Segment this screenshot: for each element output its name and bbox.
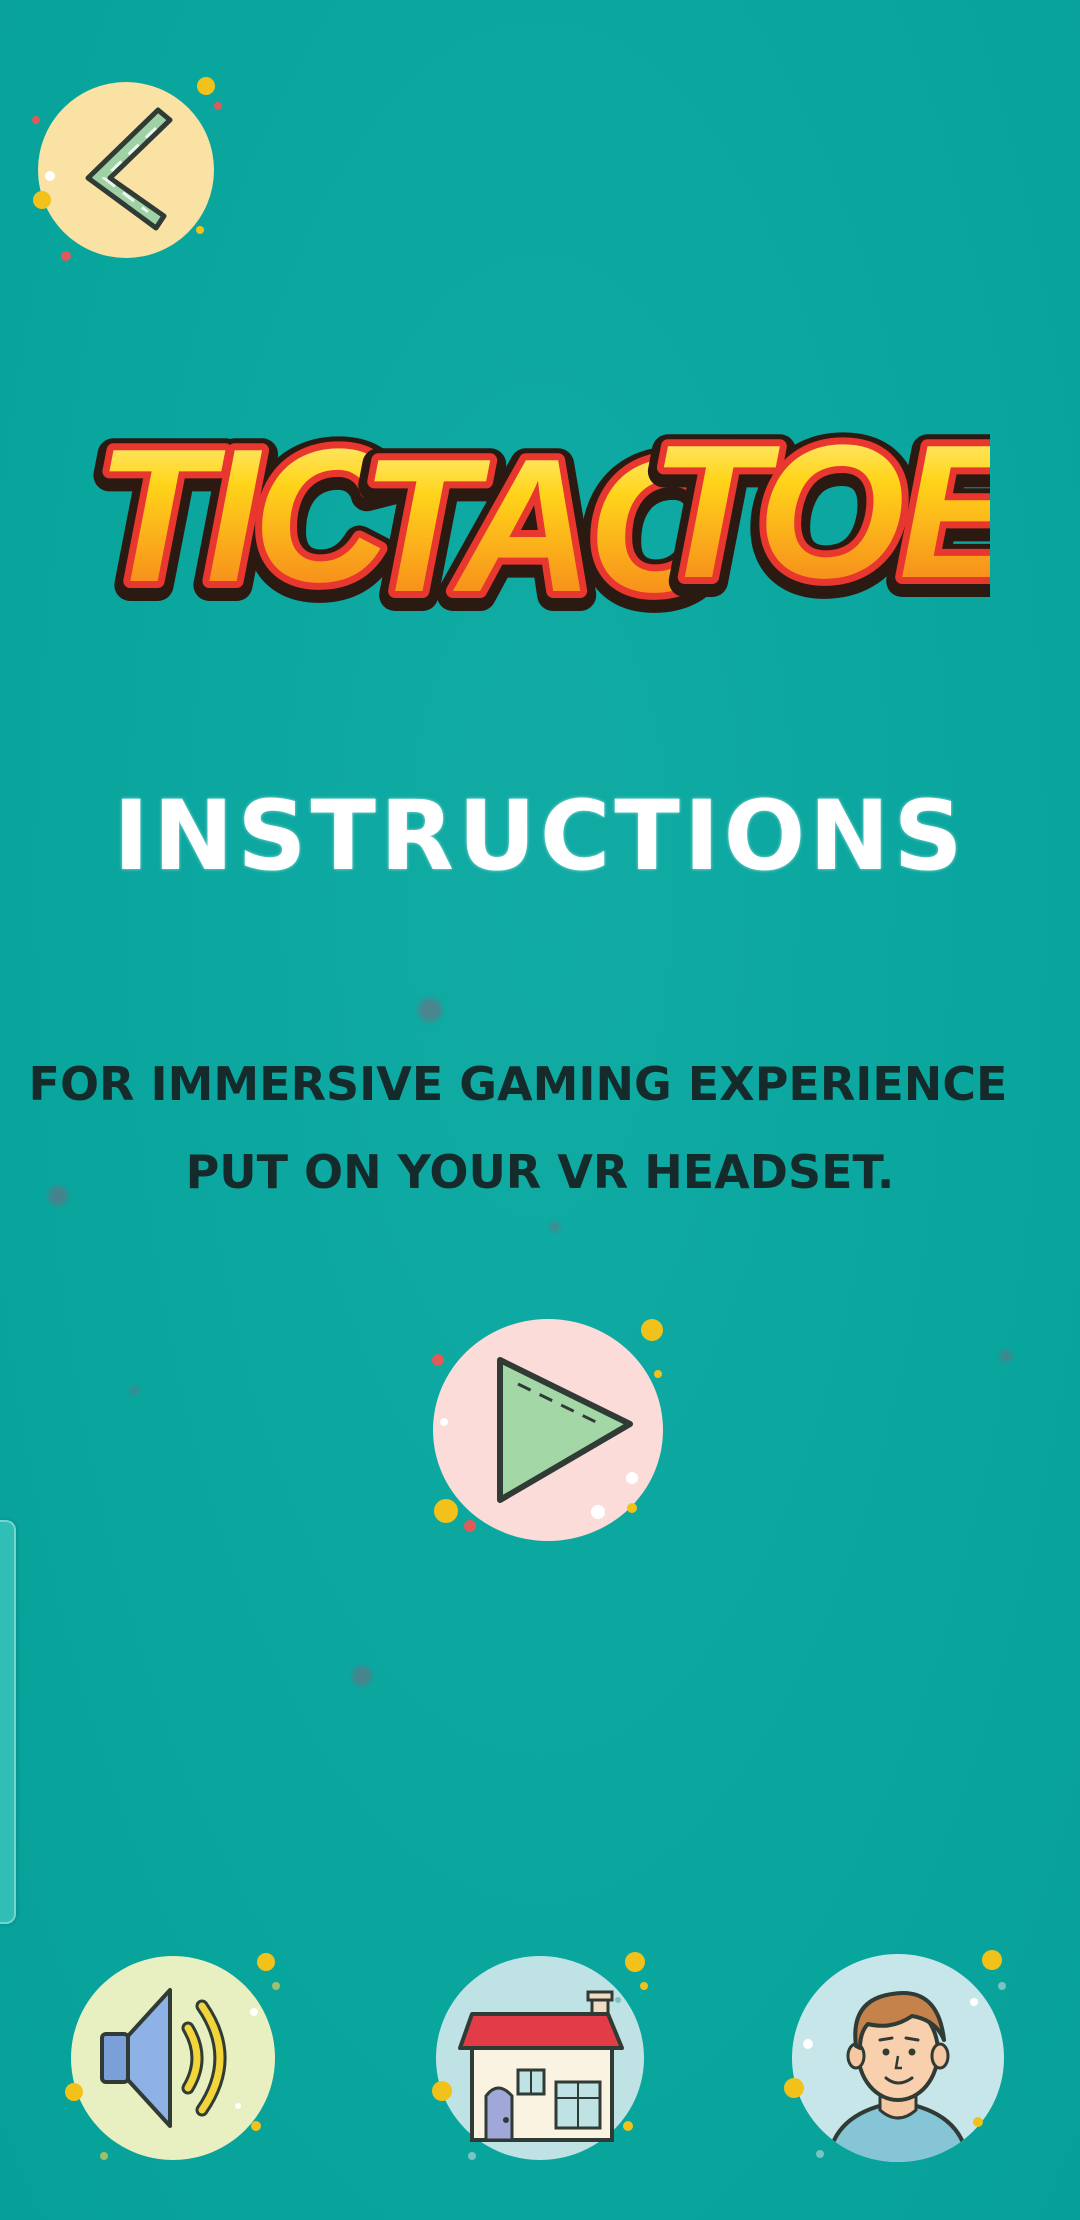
back-button[interactable] xyxy=(32,77,222,261)
title-word-tic: TIC xyxy=(96,410,393,615)
instructions-line-1: FOR IMMERSIVE GAMING EXPERIENCE xyxy=(28,1057,1008,1111)
background-speck xyxy=(550,1222,560,1232)
background-speck xyxy=(352,1666,372,1686)
sound-button[interactable] xyxy=(65,1953,280,2160)
speaker-icon xyxy=(65,1953,280,2160)
instructions-heading: INSTRUCTIONS xyxy=(113,780,967,892)
side-panel-handle[interactable] xyxy=(0,1520,16,1924)
play-icon xyxy=(432,1319,663,1541)
chevron-left-icon xyxy=(32,77,222,261)
instructions-body: FOR IMMERSIVE GAMING EXPERIENCE PUT ON Y… xyxy=(0,1040,1080,1216)
background-speck xyxy=(130,1386,139,1395)
avatar-icon xyxy=(784,1950,1006,2162)
game-title-logo: TIC TIC TAC TAC TOE TOE xyxy=(80,385,1053,652)
background-speck xyxy=(1000,1350,1012,1362)
instructions-line-2: PUT ON YOUR VR HEADSET. xyxy=(185,1145,895,1199)
play-button[interactable] xyxy=(432,1318,664,1542)
profile-button[interactable] xyxy=(784,1950,1010,2164)
house-icon xyxy=(432,1952,648,2160)
home-button[interactable] xyxy=(432,1952,648,2160)
background-speck xyxy=(418,998,442,1022)
title-word-toe: TOE xyxy=(650,406,990,615)
game-screen: TIC TIC TAC TAC TOE TOE INSTRUCTIONS FOR… xyxy=(0,0,1080,2220)
